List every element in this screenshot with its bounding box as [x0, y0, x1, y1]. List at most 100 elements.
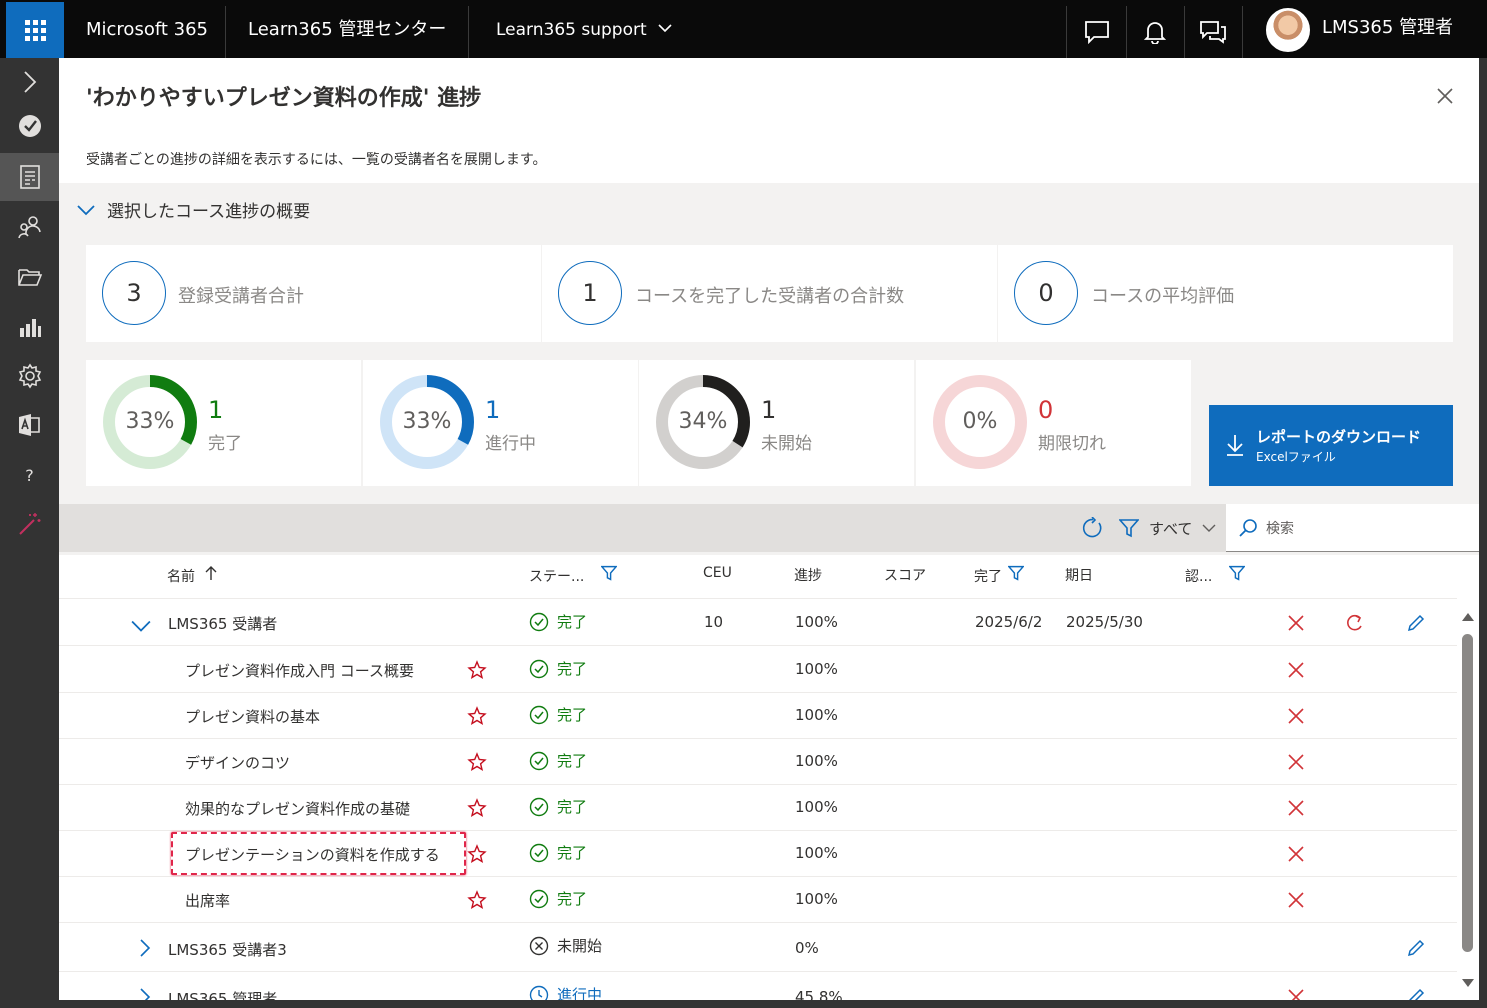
table-row[interactable]: プレゼン資料の基本 完了 100%: [59, 693, 1457, 739]
star-icon[interactable]: [467, 706, 487, 726]
check-circle-icon: [529, 751, 549, 770]
status-badge: 完了: [529, 888, 587, 909]
scroll-down-arrow-icon[interactable]: [1461, 978, 1475, 988]
gear-icon: [18, 363, 41, 389]
nav-help[interactable]: ?: [0, 451, 59, 499]
due-date: 2025/5/30: [1066, 613, 1143, 631]
nav-catalog[interactable]: [0, 253, 59, 301]
stat-card-completed: 1 コースを完了した受講者の合計数: [542, 245, 997, 342]
table-row[interactable]: 効果的なプレゼン資料作成の基礎 完了 100%: [59, 785, 1457, 831]
table-row[interactable]: LMS365 受講者3 未開始 0%: [59, 924, 1457, 972]
table-row[interactable]: デザインのコツ 完了 100%: [59, 739, 1457, 785]
reset-icon[interactable]: [1345, 613, 1365, 633]
ceu-value: 10: [704, 613, 724, 631]
column-header-label: 名前: [167, 569, 195, 585]
refresh-button[interactable]: [1081, 516, 1103, 539]
scroll-up-arrow-icon[interactable]: [1461, 612, 1475, 622]
download-icon: [1227, 435, 1243, 456]
column-header-label: 完了: [974, 569, 1002, 585]
table-toolbar: すべて 検索: [59, 504, 1479, 552]
status-text: 完了: [557, 844, 588, 862]
filter-dropdown[interactable]: すべて: [1119, 516, 1216, 540]
column-header-due[interactable]: 期日: [1065, 565, 1093, 585]
star-icon[interactable]: [467, 752, 487, 772]
app-launcher-button[interactable]: [6, 2, 64, 58]
close-icon[interactable]: [1286, 844, 1306, 864]
avatar[interactable]: [1266, 8, 1310, 52]
nav-admin-settings[interactable]: [0, 401, 59, 449]
feedback-button[interactable]: [1068, 6, 1126, 58]
table-row[interactable]: LMS365 管理者 進行中 45.8%: [59, 973, 1457, 1000]
support-chat-button[interactable]: [1184, 6, 1242, 58]
column-header-name[interactable]: 名前: [167, 565, 217, 586]
tenant-selector[interactable]: Learn365 support: [496, 0, 672, 58]
filter-icon: [1007, 565, 1026, 581]
download-report-button[interactable]: レポートのダウンロード Excelファイル: [1209, 405, 1453, 486]
app-name[interactable]: Microsoft 365: [86, 0, 208, 58]
close-button[interactable]: [1435, 86, 1457, 108]
close-icon[interactable]: [1286, 798, 1306, 818]
close-icon[interactable]: [1286, 752, 1306, 772]
close-icon[interactable]: [1286, 987, 1306, 1000]
chevron-down-icon[interactable]: [131, 616, 151, 636]
donut-card-overdue: 0% 0 期限切れ: [916, 360, 1191, 486]
stat-label: コースの平均評価: [1091, 286, 1235, 307]
waffle-icon: [24, 19, 46, 41]
star-icon[interactable]: [467, 798, 487, 818]
admin-center-name[interactable]: Learn365 管理センター: [248, 0, 446, 58]
notifications-button[interactable]: [1126, 6, 1184, 58]
column-header-progress[interactable]: 進捗: [794, 565, 822, 585]
star-icon[interactable]: [467, 890, 487, 910]
lesson-name: 出席率: [185, 892, 231, 910]
table-scrollbar[interactable]: [1457, 608, 1479, 1000]
highlight-annotation: [171, 832, 466, 875]
donut-count: 1: [761, 396, 777, 424]
summary-toggle-label: 選択したコース進捗の概要: [107, 202, 311, 222]
lesson-name: 効果的なプレゼン資料作成の基礎: [185, 800, 411, 818]
nav-settings[interactable]: [0, 352, 59, 400]
donut-label: 未開始: [761, 434, 812, 454]
table-row[interactable]: LMS365 受講者 完了 10 100% 2025/6/2 2025/5/30: [59, 600, 1457, 646]
nav-reports[interactable]: [0, 303, 59, 351]
column-header-cert[interactable]: 認...: [1185, 565, 1246, 586]
progress-value: 100%: [795, 706, 838, 724]
close-icon[interactable]: [1286, 613, 1306, 633]
nav-courses[interactable]: [0, 153, 59, 201]
check-circle-icon: [529, 797, 549, 816]
search-input[interactable]: 検索: [1226, 504, 1479, 552]
expand-nav-button[interactable]: [0, 58, 59, 106]
status-text: 完了: [557, 706, 588, 724]
nav-users[interactable]: [0, 203, 59, 251]
check-circle-icon: [529, 659, 549, 678]
star-icon[interactable]: [467, 844, 487, 864]
close-icon[interactable]: [1286, 706, 1306, 726]
table-row[interactable]: プレゼン資料作成入門 コース概要 完了 100%: [59, 647, 1457, 693]
edit-icon[interactable]: [1406, 938, 1426, 958]
nav-wizard[interactable]: [0, 500, 59, 548]
chevron-right-icon[interactable]: [135, 987, 155, 1000]
table-row[interactable]: 出席率 完了 100%: [59, 877, 1457, 923]
column-header-score[interactable]: スコア: [884, 565, 926, 585]
status-badge: 未開始: [529, 935, 602, 956]
summary-toggle[interactable]: 選択したコース進捗の概要: [77, 197, 310, 222]
column-header-status[interactable]: ステー...: [529, 565, 618, 586]
close-icon: [1437, 88, 1453, 104]
donut-count: 0: [1038, 396, 1054, 424]
refresh-icon: [1082, 516, 1102, 538]
user-name[interactable]: LMS365 管理者: [1322, 0, 1453, 56]
column-header-completed[interactable]: 完了: [974, 565, 1026, 586]
star-icon[interactable]: [467, 660, 487, 680]
magic-wand-icon: [18, 513, 40, 535]
check-circle-icon: [18, 115, 41, 137]
nav-home[interactable]: [0, 102, 59, 150]
donut-percent: 0%: [962, 409, 998, 434]
donut-label: 完了: [208, 434, 242, 454]
column-header-ceu[interactable]: CEU: [703, 565, 732, 581]
document-icon: [19, 165, 40, 189]
close-icon[interactable]: [1286, 660, 1306, 680]
scroll-thumb[interactable]: [1462, 634, 1473, 952]
close-icon[interactable]: [1286, 890, 1306, 910]
chevron-right-icon[interactable]: [135, 938, 155, 958]
edit-icon[interactable]: [1406, 613, 1426, 633]
edit-icon[interactable]: [1406, 987, 1426, 1000]
